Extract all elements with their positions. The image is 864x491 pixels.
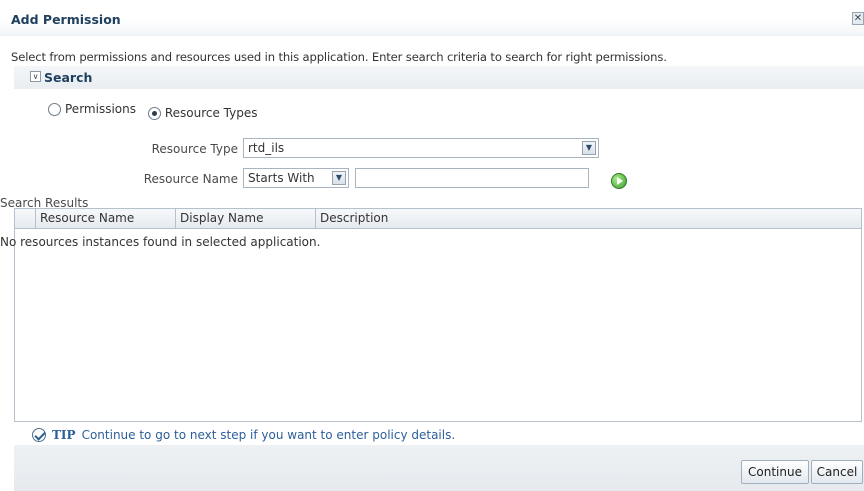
dialog-titlebar: Add Permission ✕ xyxy=(0,0,864,36)
tip-label: TIP xyxy=(52,428,76,442)
tip-message: TIP Continue to go to next step if you w… xyxy=(32,428,455,442)
table-header-row: Resource Name Display Name Description xyxy=(15,209,861,229)
dialog-footer xyxy=(14,445,864,491)
resource-type-value: rtd_ils xyxy=(248,141,285,155)
chevron-down-icon[interactable]: ▼ xyxy=(332,171,346,185)
tip-text: Continue to go to next step if you want … xyxy=(81,428,456,442)
search-title: Search xyxy=(44,70,93,85)
check-circle-icon xyxy=(32,428,46,442)
empty-results-message: No resources instances found in selected… xyxy=(0,235,321,249)
row-selector-header[interactable] xyxy=(15,209,36,228)
resource-type-select[interactable]: rtd_ils ▼ xyxy=(243,138,599,158)
instructions-text: Select from permissions and resources us… xyxy=(11,50,667,64)
go-search-icon[interactable] xyxy=(611,173,627,189)
radio-button[interactable] xyxy=(48,102,61,116)
column-header-description[interactable]: Description xyxy=(316,209,861,228)
match-operator-value: Starts With xyxy=(248,171,315,185)
search-section-header[interactable]: ∨ Search xyxy=(14,66,864,89)
resource-name-label: Resource Name xyxy=(143,172,238,186)
resource-name-input[interactable] xyxy=(355,168,589,188)
radio-permissions[interactable]: Permissions xyxy=(48,102,136,116)
continue-button[interactable]: Continue xyxy=(741,460,809,484)
radio-label: Resource Types xyxy=(164,106,258,120)
radio-label: Permissions xyxy=(65,102,136,116)
match-operator-select[interactable]: Starts With ▼ xyxy=(243,168,349,188)
resource-type-label: Resource Type xyxy=(151,142,238,156)
dialog-title: Add Permission xyxy=(11,12,121,27)
cancel-button[interactable]: Cancel xyxy=(811,460,863,484)
column-header-resource-name[interactable]: Resource Name xyxy=(36,209,176,228)
search-mode-radio-group: Permissions Resource Types xyxy=(48,102,265,120)
close-icon[interactable]: ✕ xyxy=(852,12,864,25)
chevron-down-icon[interactable]: ∨ xyxy=(30,71,41,82)
radio-button[interactable] xyxy=(147,106,161,120)
chevron-down-icon[interactable]: ▼ xyxy=(582,141,596,155)
radio-resource-types[interactable]: Resource Types xyxy=(147,106,258,120)
column-header-display-name[interactable]: Display Name xyxy=(176,209,316,228)
